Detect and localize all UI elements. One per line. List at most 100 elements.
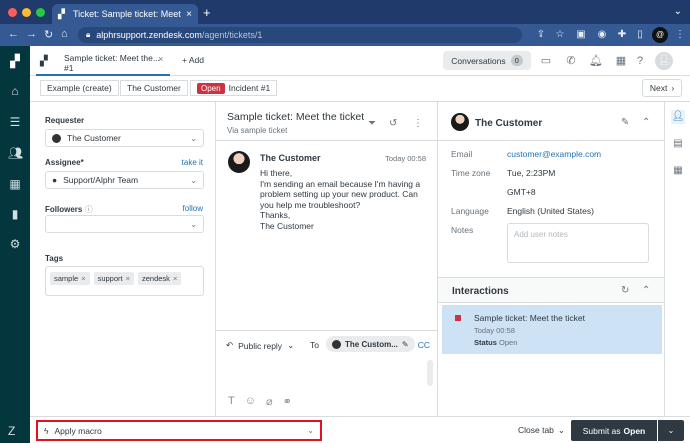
status-badge: Open xyxy=(197,82,225,94)
reply-type-select[interactable]: ↶ Public reply ⌄ xyxy=(226,340,294,351)
help-icon[interactable]: ? xyxy=(633,55,647,69)
share-icon[interactable]: ⇪ xyxy=(535,29,547,41)
admin-gear-icon[interactable]: ⚙ xyxy=(8,237,22,251)
kebab-menu-icon[interactable]: ⋮ xyxy=(674,29,686,41)
apps-grid-icon[interactable]: ▦ xyxy=(614,55,628,69)
knowledge-icon[interactable]: ▤ xyxy=(671,137,685,151)
recipient-chip[interactable]: The Custom... ✎ xyxy=(326,336,415,352)
ticket-workspace-tab[interactable]: ▞ Sample ticket: Meet the... #1 × xyxy=(36,48,170,76)
close-ticket-tab-icon[interactable]: × xyxy=(158,54,163,64)
extension-icon[interactable]: ▣ xyxy=(575,29,587,41)
reporting-icon[interactable]: ▮ xyxy=(8,207,22,221)
breadcrumb-organization[interactable]: Example (create) xyxy=(40,80,119,96)
window-zoom-button[interactable] xyxy=(36,8,45,17)
info-icon: ⓘ xyxy=(84,205,93,214)
submit-button[interactable]: Submit as Open xyxy=(571,420,657,441)
timezone-label: Time zone xyxy=(451,168,491,178)
text-format-icon[interactable]: T xyxy=(228,395,235,408)
user-notes-textarea[interactable]: Add user notes xyxy=(507,223,649,263)
apps-icon[interactable]: ▦ xyxy=(671,164,685,178)
profile-avatar[interactable]: @ xyxy=(652,27,668,43)
add-button[interactable]: + Add xyxy=(182,55,204,65)
requester-select[interactable]: The Customer ⌄ xyxy=(45,129,204,147)
emoji-icon[interactable]: ☺ xyxy=(245,395,256,408)
breadcrumb-ticket[interactable]: Open Incident #1 xyxy=(190,80,278,96)
puzzle-icon[interactable]: ✚ xyxy=(616,29,628,41)
back-arrow-icon[interactable]: ← xyxy=(8,28,19,40)
tags-input[interactable]: sample × support × zendesk × xyxy=(45,266,204,296)
window-minimize-button[interactable] xyxy=(22,8,31,17)
phone-icon[interactable]: ✆ xyxy=(564,55,578,69)
chevron-up-icon[interactable]: ⌃ xyxy=(642,285,650,296)
open-status-square-icon xyxy=(455,315,461,321)
edit-pencil-icon[interactable]: ✎ xyxy=(621,117,629,128)
attachment-icon[interactable]: ⌀ xyxy=(266,395,273,408)
views-icon[interactable]: ☰ xyxy=(8,115,22,129)
organizations-icon[interactable]: ▦ xyxy=(8,177,22,191)
next-ticket-button[interactable]: Next › xyxy=(642,79,682,97)
composer-scrollbar[interactable] xyxy=(427,360,433,386)
close-tab-icon[interactable]: × xyxy=(186,9,192,20)
tags-label: Tags xyxy=(45,254,64,263)
tag-chip[interactable]: zendesk × xyxy=(138,272,182,285)
more-options-icon[interactable]: ⋮ xyxy=(413,118,423,129)
lock-icon: 🔒︎ xyxy=(86,30,91,39)
link-icon[interactable]: ⚭ xyxy=(283,395,292,408)
window-close-button[interactable] xyxy=(8,8,17,17)
home-icon[interactable]: ⌂ xyxy=(8,84,22,98)
chevron-down-icon: ⌄ xyxy=(307,426,314,435)
close-tab-select[interactable]: Close tab ⌄ xyxy=(518,425,565,436)
ticket-channel: Via sample ticket xyxy=(227,126,288,135)
interaction-item[interactable]: Sample ticket: Meet the ticket Today 00:… xyxy=(442,305,662,354)
ticket-subject: Sample ticket: Meet the ticket xyxy=(227,111,365,123)
message-body: Hi there, I'm sending an email because I… xyxy=(260,168,421,231)
customer-name[interactable]: The Customer xyxy=(475,118,542,129)
extension-icon[interactable]: ◉ xyxy=(596,29,608,41)
tab-search-icon[interactable]: ⌄ xyxy=(674,6,682,17)
group-icon: ● xyxy=(52,175,58,185)
reply-composer-header: ↶ Public reply ⌄ To The Custom... ✎ CC xyxy=(216,330,438,358)
edit-pencil-icon[interactable]: ✎ xyxy=(402,340,409,349)
chevron-down-icon: ⌄ xyxy=(190,219,197,229)
breadcrumb-requester[interactable]: The Customer xyxy=(120,80,188,96)
take-it-link[interactable]: take it xyxy=(182,158,203,167)
refresh-icon[interactable]: ↻ xyxy=(621,285,629,296)
followers-select[interactable]: ⌄ xyxy=(45,215,204,233)
notifications-bell-icon[interactable]: 🔔︎ xyxy=(589,55,603,69)
message-author[interactable]: The Customer xyxy=(260,153,321,163)
email-value[interactable]: customer@example.com xyxy=(507,149,601,159)
submit-options-button[interactable]: ⌄ xyxy=(658,420,684,441)
user-avatar[interactable]: 👤︎ xyxy=(655,52,673,70)
to-label: To xyxy=(310,340,319,350)
interaction-status: Status Open xyxy=(474,338,518,347)
zendesk-logo-icon[interactable]: ▞ xyxy=(8,54,22,68)
history-icon[interactable]: ↺ xyxy=(389,118,397,129)
product-nav: ▞ ⌂ ☰ 👥︎ ▦ ▮ ⚙ xyxy=(0,46,30,443)
sidebar-icon[interactable]: ▯ xyxy=(634,29,646,41)
remove-tag-icon: × xyxy=(125,274,130,283)
remove-tag-icon: × xyxy=(172,274,178,283)
tag-chip[interactable]: sample × xyxy=(50,272,90,285)
notes-label: Notes xyxy=(451,225,474,235)
customers-icon[interactable]: 👥︎ xyxy=(8,146,23,160)
ticket-tab-number: #1 xyxy=(64,63,74,73)
reload-icon[interactable]: ↻ xyxy=(44,28,53,41)
star-icon[interactable]: ☆ xyxy=(554,29,566,41)
forward-arrow-icon[interactable]: → xyxy=(26,28,37,40)
chevron-up-icon[interactable]: ⌃ xyxy=(642,117,650,128)
browser-tab[interactable]: ▞ Ticket: Sample ticket: Meet the × xyxy=(52,4,198,24)
chevron-down-icon: ⌄ xyxy=(667,426,675,435)
conversations-button[interactable]: Conversations 0 xyxy=(443,51,531,70)
composer-toolbar: T ☺ ⌀ ⚭ xyxy=(228,395,292,408)
customer-context-icon[interactable]: 👤︎ xyxy=(671,110,685,124)
home-browser-icon[interactable]: ⌂ xyxy=(61,28,68,40)
assignee-select[interactable]: ● Support/Alphr Team ⌄ xyxy=(45,171,204,189)
apply-macro-select[interactable]: ϟ Apply macro ⌄ xyxy=(36,420,322,441)
cc-link[interactable]: CC xyxy=(418,340,430,350)
chat-icon[interactable]: ▭ xyxy=(539,55,553,69)
tag-chip[interactable]: support × xyxy=(93,272,134,285)
new-tab-button[interactable]: + xyxy=(203,5,211,20)
follow-link[interactable]: follow xyxy=(183,204,203,213)
filter-icon[interactable]: ⏷ xyxy=(368,118,376,129)
url-bar[interactable]: 🔒︎ alphrsupport.zendesk.com/agent/ticket… xyxy=(78,27,522,43)
